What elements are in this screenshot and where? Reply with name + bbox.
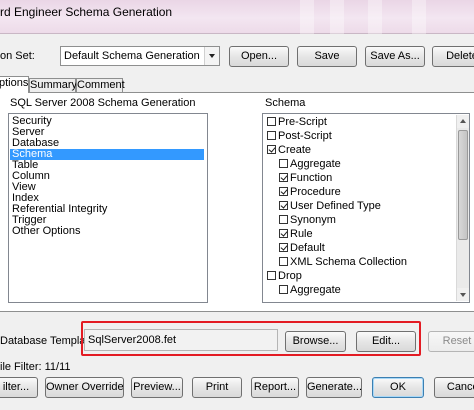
print-button[interactable]: Print: [192, 377, 242, 398]
title-bar-glass: [368, 0, 382, 34]
tree-item-create-aggregate[interactable]: Aggregate: [279, 158, 341, 171]
checkbox[interactable]: [267, 131, 276, 140]
title-bar-glass: [412, 0, 426, 34]
scrollbar-thumb[interactable]: [458, 130, 468, 240]
category-list[interactable]: Security Server Database Schema Table Co…: [8, 113, 208, 303]
tree-item-function[interactable]: Function: [279, 172, 332, 185]
schema-tree-scrollbar[interactable]: [456, 115, 469, 301]
tree-item-post-script[interactable]: Post-Script: [267, 130, 332, 143]
title-bar-glass: [330, 0, 344, 34]
tree-item-xml-schema-collection[interactable]: XML Schema Collection: [279, 256, 407, 269]
schema-options-tree[interactable]: Pre-Script Post-Script Create Aggregate …: [262, 113, 470, 303]
tree-item-rule[interactable]: Rule: [279, 228, 313, 241]
left-panel-heading: SQL Server 2008 Schema Generation: [10, 97, 196, 109]
delete-button[interactable]: Delete: [432, 46, 474, 67]
tree-item-drop-aggregate[interactable]: Aggregate: [279, 284, 341, 297]
tree-item-user-defined-type[interactable]: User Defined Type: [279, 200, 381, 213]
tab-summary[interactable]: Summary: [29, 78, 77, 92]
checkbox[interactable]: [279, 215, 288, 224]
scroll-up-icon[interactable]: [457, 115, 469, 128]
scroll-down-icon[interactable]: [457, 288, 469, 301]
checkbox-checked[interactable]: [279, 229, 288, 238]
save-button[interactable]: Save: [297, 46, 357, 67]
filter-button[interactable]: ilter...: [0, 377, 38, 398]
highlight-annotation: [81, 321, 421, 356]
window-title: rd Engineer Schema Generation: [0, 5, 173, 19]
list-item-column[interactable]: Column: [10, 171, 204, 182]
chevron-down-icon[interactable]: [204, 47, 219, 65]
reset-button[interactable]: Reset: [428, 331, 474, 352]
generate-button[interactable]: Generate...: [306, 377, 362, 398]
tree-item-default[interactable]: Default: [279, 242, 325, 255]
list-item-schema[interactable]: Schema: [10, 149, 204, 160]
tab-comment[interactable]: Comment: [76, 78, 125, 92]
tree-item-drop[interactable]: Drop: [267, 270, 302, 283]
checkbox[interactable]: [279, 257, 288, 266]
list-item-other-options[interactable]: Other Options: [10, 226, 204, 237]
save-as-button[interactable]: Save As...: [365, 46, 425, 67]
option-set-label: on Set:: [0, 50, 35, 62]
preview-button[interactable]: Preview...: [131, 377, 183, 398]
title-bar[interactable]: rd Engineer Schema Generation: [0, 0, 474, 34]
cancel-button[interactable]: Cancel: [434, 377, 474, 398]
tab-options[interactable]: ptions: [0, 76, 29, 93]
tree-item-procedure[interactable]: Procedure: [279, 186, 341, 199]
checkbox-checked[interactable]: [267, 145, 276, 154]
tree-item-synonym[interactable]: Synonym: [279, 214, 336, 227]
file-filter-status: ile Filter: 11/11: [0, 361, 71, 373]
ok-button[interactable]: OK: [372, 377, 424, 398]
checkbox[interactable]: [279, 285, 288, 294]
right-panel-heading: Schema: [265, 97, 306, 109]
checkbox-checked[interactable]: [279, 187, 288, 196]
checkbox-checked[interactable]: [279, 243, 288, 252]
open-button[interactable]: Open...: [229, 46, 289, 67]
title-bar-glass: [300, 0, 314, 34]
checkbox[interactable]: [279, 159, 288, 168]
report-button[interactable]: Report...: [251, 377, 299, 398]
checkbox[interactable]: [267, 117, 276, 126]
checkbox-checked[interactable]: [279, 201, 288, 210]
list-item-view[interactable]: View: [10, 182, 204, 193]
option-set-select[interactable]: Default Schema Generation: [60, 46, 220, 66]
checkbox[interactable]: [267, 271, 276, 280]
checkbox-checked[interactable]: [279, 173, 288, 182]
tree-item-pre-script[interactable]: Pre-Script: [267, 116, 327, 129]
tree-item-create[interactable]: Create: [267, 144, 311, 157]
option-set-value: Default Schema Generation: [64, 50, 200, 62]
owner-override-button[interactable]: Owner Override...: [45, 377, 124, 398]
